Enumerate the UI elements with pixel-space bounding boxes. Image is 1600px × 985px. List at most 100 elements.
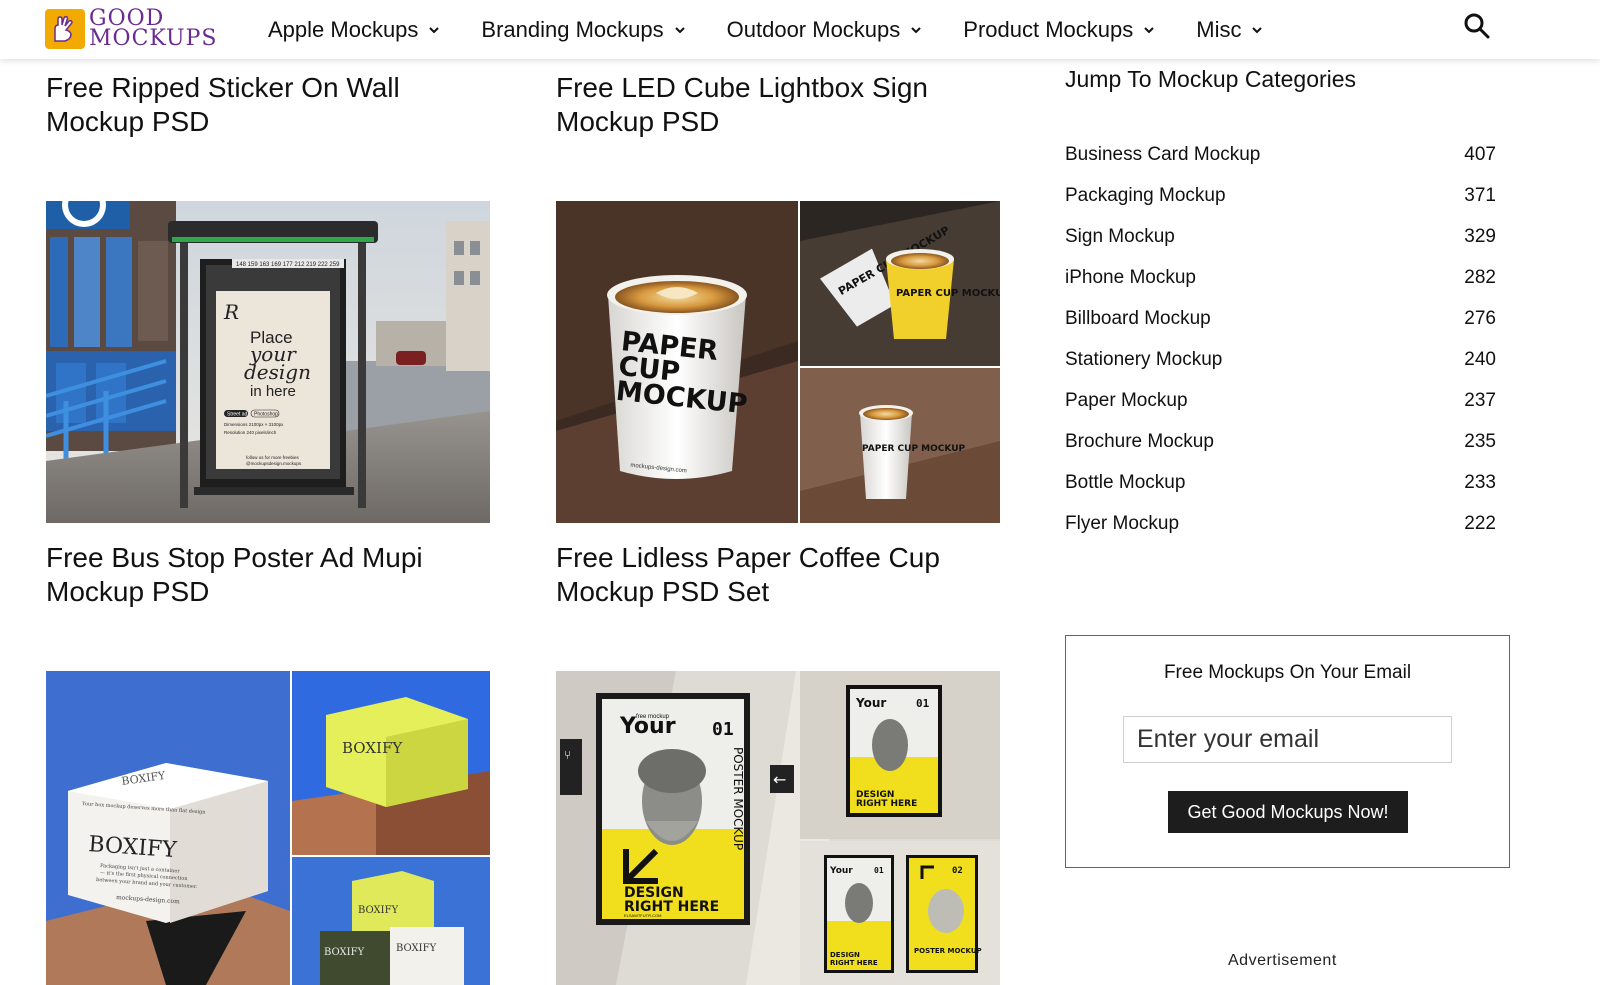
poster-vertical-text: POSTER MOCKUP — [731, 747, 745, 850]
category-count: 407 — [1464, 144, 1496, 165]
chevron-down-icon — [429, 26, 440, 33]
category-count: 235 — [1464, 431, 1496, 452]
thumbnail-coffee-cup[interactable]: PAPER CUP MOCKUP mockups-design.com PAPE… — [556, 201, 1000, 523]
category-name: Brochure Mockup — [1065, 431, 1214, 452]
cup-label-yellow: PAPER CUP MOCKUP — [896, 288, 1000, 299]
poster-chip-1: Street ad — [227, 412, 248, 418]
logo-line-2: MOCKUPS — [89, 26, 218, 51]
poster-spec-2: Resolution 240 pixels/inch — [224, 430, 277, 435]
category-name: Flyer Mockup — [1065, 513, 1180, 534]
main-nav: Apple Mockups Branding Mockups Outdoor M… — [268, 0, 1304, 59]
coffee-cup-image: PAPER CUP MOCKUP mockups-design.com PAPE… — [556, 201, 1000, 523]
category-count: 237 — [1464, 390, 1496, 411]
category-paper[interactable]: Paper Mockup 237 — [1065, 390, 1496, 431]
post-title-led-cube[interactable]: Free LED Cube Lightbox Sign Mockup PSD — [556, 71, 996, 139]
poster-mockup-image: Your free mockup 01 DESIGN RIGHT HERE EL… — [556, 671, 1000, 985]
poster-small-url: ELSAWTFUTR.COM — [624, 913, 661, 918]
post-title-bus-stop[interactable]: Free Bus Stop Poster Ad Mupi Mockup PSD — [46, 541, 486, 609]
poster-free: free mockup — [636, 714, 670, 720]
category-brochure[interactable]: Brochure Mockup 235 — [1065, 431, 1496, 472]
nav-apple-mockups[interactable]: Apple Mockups — [268, 17, 440, 43]
box-brand-green: BOXIFY — [324, 947, 365, 958]
newsletter-title: Free Mockups On Your Email — [1163, 662, 1412, 683]
category-name: Stationery Mockup — [1065, 349, 1223, 370]
nav-label: Branding Mockups — [481, 16, 664, 42]
nav-label: Product Mockups — [963, 16, 1134, 42]
category-name: Packaging Mockup — [1065, 185, 1226, 206]
nav-label: Misc — [1196, 16, 1242, 42]
poster-num-1: 01 — [712, 719, 734, 740]
poster-num-small-2: 01 — [874, 866, 884, 875]
hand-logo-icon — [45, 9, 85, 49]
nav-outdoor-mockups[interactable]: Outdoor Mockups — [727, 17, 923, 43]
category-name: Billboard Mockup — [1065, 308, 1211, 329]
category-count: 222 — [1464, 513, 1496, 534]
category-name: iPhone Mockup — [1065, 267, 1196, 288]
poster-2-title: POSTER MOCKUP — [914, 947, 982, 955]
nav-label: Apple Mockups — [268, 16, 419, 42]
newsletter-box: Free Mockups On Your Email Get Good Mock… — [1065, 635, 1510, 868]
poster-spec-1: Dimensions 2100px × 3100px — [224, 422, 284, 427]
site-header: GOOD MOCKUPS Apple Mockups Branding Mock… — [0, 0, 1600, 59]
nav-branding-mockups[interactable]: Branding Mockups — [481, 17, 685, 43]
poster-follow: follow us for more freebies — [246, 455, 300, 460]
subscribe-button[interactable]: Get Good Mockups Now! — [1168, 791, 1408, 833]
post-title-ripped-sticker[interactable]: Free Ripped Sticker On Wall Mockup PSD — [46, 71, 486, 139]
category-stationery[interactable]: Stationery Mockup 240 — [1065, 349, 1496, 390]
category-name: Paper Mockup — [1065, 390, 1188, 411]
poster-chip-2: Photoshop — [254, 412, 278, 418]
cup-label-small-2: PAPER CUP MOCKUP — [862, 444, 966, 454]
category-billboard[interactable]: Billboard Mockup 276 — [1065, 308, 1496, 349]
poster-right-here-small-1: RIGHT HERE — [856, 799, 917, 809]
category-count: 233 — [1464, 472, 1496, 493]
chevron-down-icon — [1144, 26, 1154, 33]
advertisement-label: Advertisement — [1228, 952, 1337, 969]
poster-line-4: in here — [250, 383, 296, 400]
chevron-down-icon — [911, 26, 921, 33]
nav-product-mockups[interactable]: Product Mockups — [963, 17, 1155, 43]
email-input[interactable] — [1123, 716, 1452, 763]
category-bottle[interactable]: Bottle Mockup 233 — [1065, 472, 1496, 513]
poster-follow-handle: @mockupsdesign.mockups — [246, 461, 302, 466]
thumbnail-poster-mockup[interactable]: Your free mockup 01 DESIGN RIGHT HERE EL… — [556, 671, 1000, 985]
sidebar-title: Jump To Mockup Categories — [1065, 66, 1357, 92]
chevron-down-icon — [674, 26, 685, 33]
thumbnail-bus-stop[interactable]: 148 159 163 169 177 212 219 222 259 R Pl… — [46, 201, 490, 523]
category-count: 371 — [1464, 185, 1496, 206]
category-name: Sign Mockup — [1065, 226, 1175, 247]
bus-ticker-text: 148 159 163 169 177 212 219 222 259 — [236, 262, 340, 268]
category-count: 282 — [1464, 267, 1496, 288]
category-flyer[interactable]: Flyer Mockup 222 — [1065, 513, 1496, 554]
arrow-left-icon: ← — [773, 770, 786, 789]
category-count: 276 — [1464, 308, 1496, 329]
category-count: 240 — [1464, 349, 1496, 370]
poster-line-3: design — [244, 360, 311, 384]
poster-right-here-small-2: RIGHT HERE — [830, 959, 878, 967]
box-brand-yellow-2: BOXIFY — [358, 905, 399, 916]
bus-stop-image: 148 159 163 169 177 212 219 222 259 R Pl… — [46, 201, 490, 523]
thumbnail-box-mockup[interactable]: BOXIFY Your box mockup deserves more tha… — [46, 671, 490, 985]
box-mockup-image: BOXIFY Your box mockup deserves more tha… — [46, 671, 490, 985]
search-icon[interactable] — [1462, 11, 1492, 41]
site-logo[interactable]: GOOD MOCKUPS — [45, 8, 218, 51]
box-brand-yellow-1: BOXIFY — [342, 739, 403, 757]
category-sign[interactable]: Sign Mockup 329 — [1065, 226, 1496, 267]
category-business-card[interactable]: Business Card Mockup 407 — [1065, 144, 1496, 185]
post-title-coffee-cup[interactable]: Free Lidless Paper Coffee Cup Mockup PSD… — [556, 541, 996, 609]
nav-misc[interactable]: Misc — [1196, 17, 1263, 43]
category-list: Business Card Mockup 407 Packaging Mockup… — [1065, 144, 1496, 554]
category-name: Bottle Mockup — [1065, 472, 1186, 493]
nav-label: Outdoor Mockups — [726, 16, 901, 42]
poster-num-2: 02 — [952, 866, 963, 876]
category-iphone[interactable]: iPhone Mockup 282 — [1065, 267, 1496, 308]
category-packaging[interactable]: Packaging Mockup 371 — [1065, 185, 1496, 226]
category-name: Business Card Mockup — [1065, 144, 1261, 165]
poster-your-small-1: Your — [855, 696, 886, 710]
poster-num-small-1: 01 — [916, 697, 930, 710]
chevron-down-icon — [1252, 26, 1263, 33]
poster-design-small-2: DESIGN — [830, 951, 860, 959]
fork-knife-icon: ⑂ — [564, 748, 571, 762]
box-brand-white: BOXIFY — [396, 943, 437, 954]
poster-your-small-2: Your — [829, 866, 853, 876]
category-count: 329 — [1464, 226, 1496, 247]
